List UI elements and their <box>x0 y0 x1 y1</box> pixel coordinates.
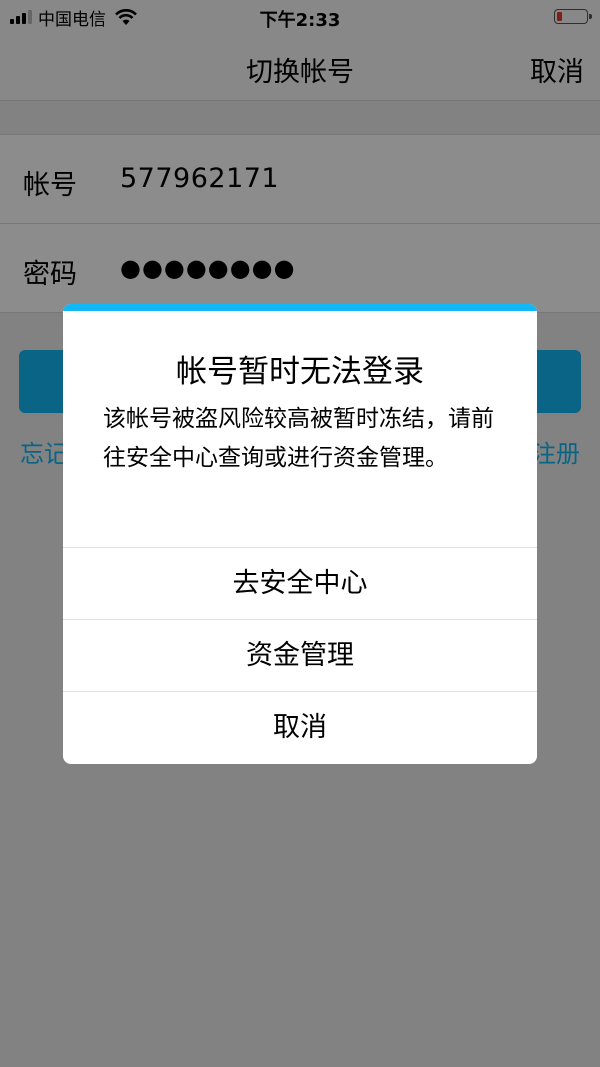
dialog-cancel-button[interactable]: 取消 <box>63 691 537 762</box>
dialog-message: 该帐号被盗风险较高被暂时冻结，请前往安全中心查询或进行资金管理。 <box>103 406 494 471</box>
dialog-title: 帐号暂时无法登录 <box>176 354 424 390</box>
alert-dialog: 帐号暂时无法登录 该帐号被盗风险较高被暂时冻结，请前往安全中心查询或进行资金管理… <box>63 304 537 764</box>
fund-management-button[interactable]: 资金管理 <box>63 619 537 690</box>
dialog-accent-bar <box>63 304 537 311</box>
security-center-button[interactable]: 去安全中心 <box>63 547 537 618</box>
